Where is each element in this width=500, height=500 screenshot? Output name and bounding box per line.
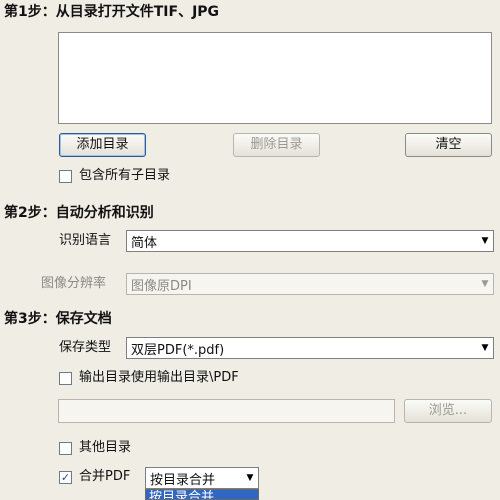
merge-pdf-label: 合并PDF xyxy=(79,469,131,484)
chevron-down-icon: ▼ xyxy=(481,343,489,353)
step3-title: 第3步：保存文档 xyxy=(4,311,112,327)
include-subdirs-checkbox[interactable] xyxy=(59,170,72,183)
language-label: 识别语言 xyxy=(59,233,112,248)
step1-title: 第1步：从目录打开文件TIF、JPG xyxy=(4,4,220,20)
output-dir-checkbox[interactable] xyxy=(59,372,72,385)
language-select-value: 简体 xyxy=(131,235,158,251)
ocr-batch-window: 第1步：从目录打开文件TIF、JPG 添加目录 删除目录 清空 包含所有子目录 … xyxy=(0,0,500,500)
save-type-select-value: 双层PDF(*.pdf) xyxy=(131,342,225,358)
language-select[interactable]: 简体 ▼ xyxy=(126,230,494,252)
chevron-down-icon: ▼ xyxy=(481,236,489,246)
step2-title: 第2步：自动分析和识别 xyxy=(4,205,154,221)
delete-directory-button[interactable]: 删除目录 xyxy=(233,133,320,157)
clear-button[interactable]: 清空 xyxy=(405,133,492,157)
checkmark-icon: ✓ xyxy=(60,471,71,484)
other-dir-label: 其他目录 xyxy=(79,440,132,455)
add-directory-button[interactable]: 添加目录 xyxy=(59,133,146,157)
merge-mode-option[interactable]: 按目录合并 xyxy=(146,490,258,499)
resolution-select-value: 图像原DPI xyxy=(131,278,192,294)
merge-mode-select-value: 按目录合并 xyxy=(150,472,216,488)
chevron-down-icon: ▼ xyxy=(246,473,254,483)
save-type-select[interactable]: 双层PDF(*.pdf) ▼ xyxy=(126,337,494,359)
other-dir-checkbox[interactable] xyxy=(59,442,72,455)
directory-listbox[interactable] xyxy=(58,32,492,124)
merge-mode-select[interactable]: 按目录合并 ▼ xyxy=(145,467,259,489)
output-path-field[interactable] xyxy=(58,399,395,423)
merge-mode-dropdown-list: 按目录合并 xyxy=(145,489,259,500)
chevron-down-icon: ▼ xyxy=(481,279,489,289)
resolution-label: 图像分辨率 xyxy=(41,276,107,291)
save-type-label: 保存类型 xyxy=(59,340,112,355)
merge-pdf-checkbox[interactable]: ✓ xyxy=(59,471,72,484)
browse-button[interactable]: 浏览... xyxy=(404,399,492,423)
resolution-select[interactable]: 图像原DPI ▼ xyxy=(126,273,494,295)
output-dir-label: 输出目录使用输出目录\PDF xyxy=(79,370,239,385)
include-subdirs-label: 包含所有子目录 xyxy=(79,168,171,183)
